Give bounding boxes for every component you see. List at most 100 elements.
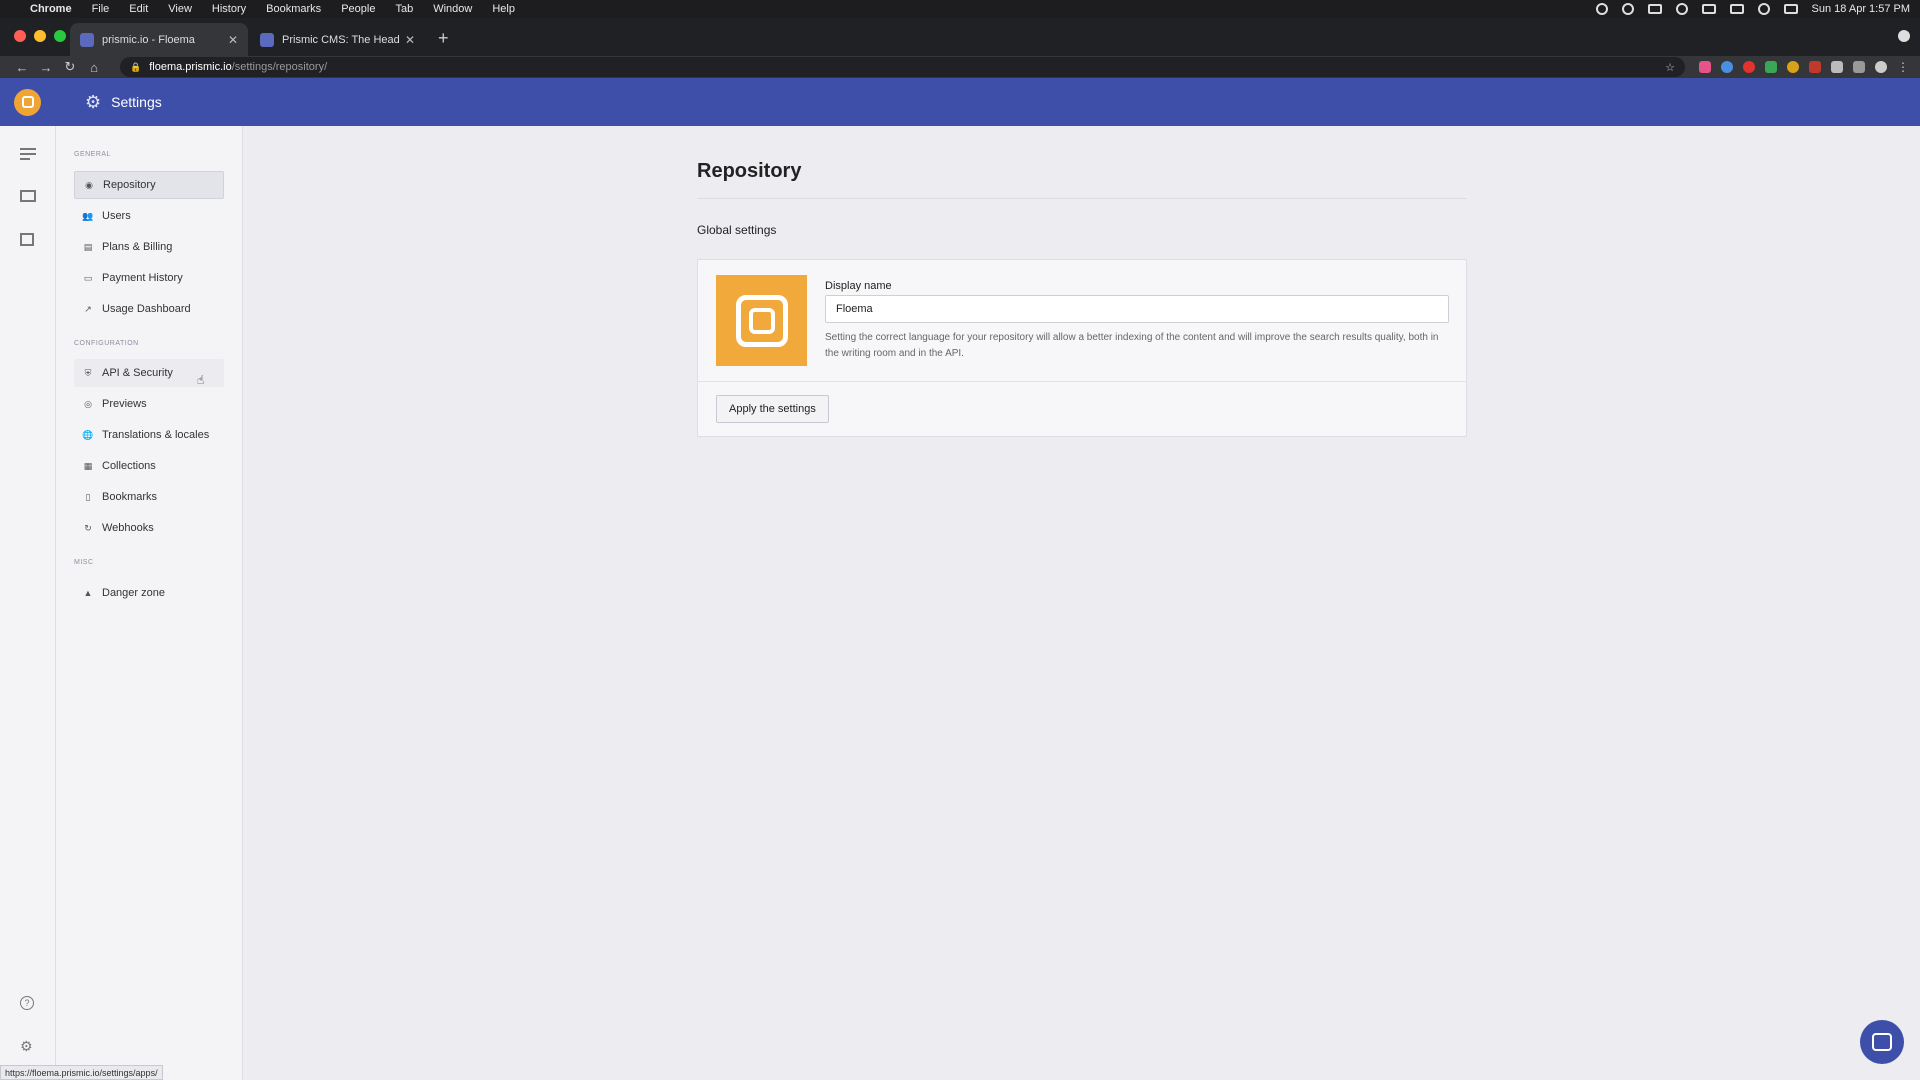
prismic-favicon-icon: [80, 32, 94, 47]
sidebar-item-label: Bookmarks: [102, 491, 158, 503]
menu-people[interactable]: People: [341, 3, 375, 15]
extension-icon[interactable]: [1743, 61, 1755, 73]
menu-tab[interactable]: Tab: [395, 3, 413, 15]
cloud-icon[interactable]: [1647, 4, 1662, 14]
warning-icon: ▲: [83, 588, 93, 598]
chat-launcher-icon[interactable]: [1860, 1020, 1904, 1064]
webhook-icon: ↻: [84, 522, 92, 533]
menu-bookmarks[interactable]: Bookmarks: [266, 3, 321, 15]
display-name-input[interactable]: Floema: [825, 295, 1449, 323]
lock-icon[interactable]: 🔒: [130, 62, 141, 73]
extension-icon[interactable]: [1699, 61, 1711, 73]
sidebar-item-plans-billing[interactable]: ▤ Plans & Billing: [74, 233, 224, 261]
menu-help[interactable]: Help: [492, 3, 515, 15]
left-rail: ? ⚙: [0, 126, 56, 1080]
section-configuration-label: CONFIGURATION: [74, 340, 139, 347]
browser-tab-strip: prismic.io - Floema ✕ Prismic CMS: The H…: [0, 18, 1920, 56]
sidebar-item-webhooks[interactable]: ↻ Webhooks: [74, 514, 224, 542]
minimize-window-icon[interactable]: [34, 30, 46, 42]
home-icon[interactable]: ⌂: [82, 60, 106, 75]
help-icon[interactable]: ?: [20, 996, 36, 1010]
sidebar-item-label: Translations & locales: [102, 429, 210, 441]
menu-history[interactable]: History: [212, 3, 246, 15]
address-bar[interactable]: 🔒 floema.prismic.io /settings/repository…: [120, 57, 1685, 77]
menu-edit[interactable]: Edit: [129, 3, 148, 15]
reload-icon[interactable]: ↻: [58, 59, 82, 75]
sidebar-item-label: Users: [102, 210, 131, 222]
sidebar-item-users[interactable]: 👥 Users: [74, 202, 224, 230]
close-window-icon[interactable]: [14, 30, 26, 42]
profile-avatar[interactable]: [1875, 61, 1887, 73]
tab-prismic-cms[interactable]: Prismic CMS: The Headless W ✕: [250, 23, 425, 56]
url-path: /settings/repository/: [231, 61, 328, 73]
users-icon: 👥: [82, 210, 94, 221]
menu-dots-icon[interactable]: ⋮: [1897, 61, 1909, 73]
sidebar-item-label: API & Security: [102, 367, 173, 379]
window-controls: [14, 30, 66, 42]
close-tab-icon[interactable]: ✕: [228, 33, 238, 47]
sync-icon[interactable]: [1621, 3, 1634, 15]
card-icon: ▭: [83, 272, 93, 283]
sidebar-item-danger-zone[interactable]: ▲ Danger zone: [74, 579, 224, 607]
prismic-favicon-icon: [260, 32, 274, 47]
chart-icon: ↗: [84, 303, 92, 314]
settings-icon[interactable]: ⚙: [20, 1038, 36, 1054]
battery-icon[interactable]: [1729, 4, 1744, 14]
dropbox-icon[interactable]: [1675, 3, 1688, 15]
menu-window[interactable]: Window: [433, 3, 472, 15]
forward-icon[interactable]: →: [34, 60, 58, 75]
repository-logo[interactable]: [716, 275, 807, 366]
sidebar-item-translations-locales[interactable]: 🌐 Translations & locales: [74, 421, 224, 449]
sidebar-item-collections[interactable]: ▦ Collections: [74, 452, 224, 480]
sidebar-item-payment-history[interactable]: ▭ Payment History: [74, 264, 224, 292]
zoom-window-icon[interactable]: [54, 30, 66, 42]
bookmark-icon: ▯: [85, 491, 91, 502]
clock[interactable]: Sun 18 Apr 1:57 PM: [1812, 3, 1910, 15]
new-tab-icon[interactable]: +: [438, 28, 449, 49]
search-icon[interactable]: [1757, 3, 1770, 15]
billing-icon: ▤: [83, 241, 93, 252]
control-center-icon[interactable]: [1783, 4, 1798, 14]
app-header: ⚙ Settings: [0, 78, 1920, 126]
sidebar-item-bookmarks[interactable]: ▯ Bookmarks: [74, 483, 224, 511]
record-icon[interactable]: [1595, 3, 1608, 15]
page-header-title: Settings: [111, 94, 162, 110]
sidebar-item-label: Usage Dashboard: [102, 303, 191, 315]
close-tab-icon[interactable]: ✕: [405, 33, 415, 47]
tab-title: prismic.io - Floema: [102, 33, 195, 46]
browser-toolbar: ← → ↻ ⌂ 🔒 floema.prismic.io /settings/re…: [0, 56, 1920, 78]
extension-icon[interactable]: [1809, 61, 1821, 73]
extension-icon[interactable]: [1787, 61, 1799, 73]
macos-menu-bar: Chrome File Edit View History Bookmarks …: [0, 0, 1920, 18]
apply-settings-button[interactable]: Apply the settings: [716, 395, 829, 423]
shield-ext-icon[interactable]: [1831, 61, 1843, 73]
puzzle-icon[interactable]: [1853, 61, 1865, 73]
sidebar-item-previews[interactable]: ◎ Previews: [74, 390, 224, 418]
sidebar-item-label: Collections: [102, 460, 156, 472]
tab-prismic-floema[interactable]: prismic.io - Floema ✕: [70, 23, 248, 56]
menu-view[interactable]: View: [168, 3, 192, 15]
back-icon[interactable]: ←: [10, 60, 34, 75]
sidebar-item-usage-dashboard[interactable]: ↗ Usage Dashboard: [74, 295, 224, 323]
sidebar-item-label: Previews: [102, 398, 147, 410]
extension-icon[interactable]: [1721, 61, 1733, 73]
sidebar-item-label: Repository: [103, 179, 156, 191]
custom-types-icon[interactable]: [20, 190, 36, 202]
documents-icon[interactable]: [20, 148, 36, 162]
upload-icon[interactable]: [1701, 4, 1716, 14]
menu-file[interactable]: File: [92, 3, 110, 15]
sidebar-item-label: Danger zone: [102, 587, 165, 599]
sidebar-item-label: Payment History: [102, 272, 183, 284]
media-library-icon[interactable]: [20, 233, 34, 246]
tab-title: Prismic CMS: The Headless W: [282, 33, 399, 46]
collections-icon: ▦: [83, 460, 93, 471]
shield-icon: ⛨: [84, 367, 92, 378]
bookmark-star-icon[interactable]: ☆: [1665, 61, 1675, 74]
globe-icon: 🌐: [82, 429, 94, 440]
tab-search-icon[interactable]: [1898, 30, 1910, 42]
prismic-logo-icon[interactable]: [14, 88, 41, 116]
extension-icon[interactable]: [1765, 61, 1777, 73]
sidebar-item-repository[interactable]: ◉ Repository: [74, 171, 224, 199]
display-name-label: Display name: [825, 280, 892, 292]
menu-app[interactable]: Chrome: [30, 3, 72, 15]
